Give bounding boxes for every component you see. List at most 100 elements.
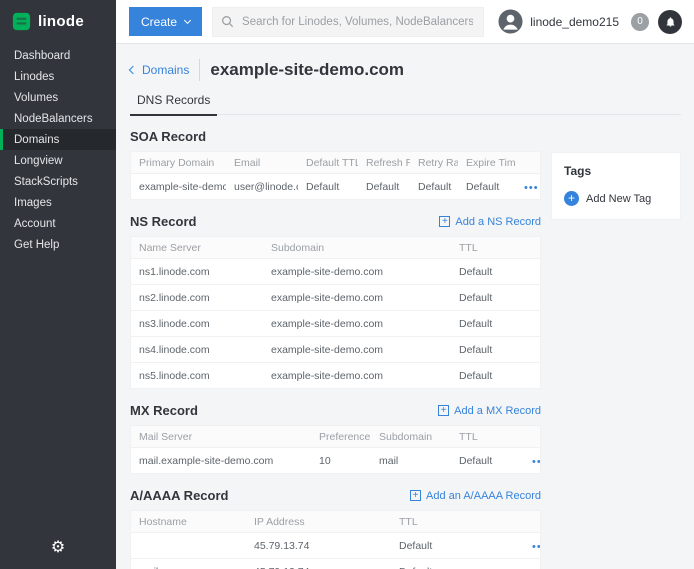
chevron-left-icon [129,66,137,74]
notifications-button[interactable] [658,10,682,34]
ns-section-title: NS Record [130,214,196,229]
sidebar-item-stackscripts[interactable]: StackScripts [0,171,116,192]
cell-name-server: ns1.linode.com [131,266,263,278]
ns-table-header-row: Name Server Subdomain TTL [131,237,540,259]
body-grid: SOA Record Primary Domain Email Default … [130,115,681,569]
plus-box-icon [438,405,449,416]
add-mx-record-button[interactable]: Add a MX Record [438,405,541,417]
row-actions-icon[interactable] [532,453,540,468]
soa-section-title: SOA Record [130,129,206,144]
cell-email: user@linode.com [226,181,298,193]
a-table-header-row: Hostname IP Address TTL [131,511,540,533]
column-header: Subdomain [371,431,451,443]
table-row: example-site-demo.com user@linode.com De… [131,174,540,200]
cell-name-server: ns2.linode.com [131,292,263,304]
column-header: Expire Time [458,157,516,169]
header-divider [199,59,200,81]
a-section-header: A/AAAA Record Add an A/AAAA Record [130,481,541,510]
cell-ttl: Default [451,344,540,356]
cell-ttl: Default [391,566,524,569]
cell-name-server: ns5.linode.com [131,370,263,382]
cell-name-server: ns3.linode.com [131,318,263,330]
sidebar: linode Dashboard Linodes Volumes NodeBal… [0,0,116,569]
ns-record-table: Name Server Subdomain TTL ns1.linode.com… [130,236,541,389]
column-header: TTL [391,516,524,528]
column-header: Subdomain [263,242,451,254]
cell-subdomain: example-site-demo.com [263,344,451,356]
page-title: example-site-demo.com [210,60,404,80]
avatar [498,9,523,34]
breadcrumb[interactable]: Domains [130,63,189,77]
page-header: Domains example-site-demo.com [130,57,681,83]
search-icon [221,15,234,28]
gear-icon[interactable] [0,525,116,569]
notification-count-badge[interactable]: 0 [631,13,649,31]
cell-preference: 10 [311,455,371,467]
a-record-table: Hostname IP Address TTL 45.79.13.74 Defa… [130,510,541,569]
add-ns-record-label: Add a NS Record [455,216,541,228]
table-row: ns1.linode.com example-site-demo.com Def… [131,259,540,285]
add-ns-record-button[interactable]: Add a NS Record [439,216,541,228]
add-new-tag-button[interactable]: Add New Tag [564,191,668,206]
column-header: Refresh Rate [358,157,410,169]
create-button[interactable]: Create [129,7,202,36]
cell-subdomain: example-site-demo.com [263,266,451,278]
search-input[interactable] [240,15,475,29]
add-new-tag-label: Add New Tag [586,193,651,205]
table-row: ns2.linode.com example-site-demo.com Def… [131,285,540,311]
sidebar-item-domains[interactable]: Domains [0,129,116,150]
plus-box-icon [410,490,421,501]
mx-section-header: MX Record Add a MX Record [130,396,541,425]
mx-table-header-row: Mail Server Preference Subdomain TTL [131,426,540,448]
sidebar-item-dashboard[interactable]: Dashboard [0,45,116,66]
sidebar-item-longview[interactable]: Longview [0,150,116,171]
sidebar-item-nodebalancers[interactable]: NodeBalancers [0,108,116,129]
bell-icon [665,16,676,28]
add-mx-record-label: Add a MX Record [454,405,541,417]
column-header: TTL [451,242,540,254]
table-row: 45.79.13.74 Default [131,533,540,559]
search-bar[interactable] [212,7,484,37]
column-header: Hostname [131,516,246,528]
cell-subdomain: example-site-demo.com [263,318,451,330]
column-header: Mail Server [131,431,311,443]
column-header: TTL [451,431,524,443]
sidebar-item-linodes[interactable]: Linodes [0,66,116,87]
cell-refresh-rate: Default [358,181,410,193]
sidebar-item-volumes[interactable]: Volumes [0,87,116,108]
cell-ttl: Default [451,455,524,467]
cell-subdomain: mail [371,455,451,467]
row-actions-icon[interactable] [532,538,540,553]
add-a-record-button[interactable]: Add an A/AAAA Record [410,490,541,502]
breadcrumb-label: Domains [142,63,189,77]
linode-logo[interactable]: linode [0,0,116,45]
row-actions-icon[interactable] [532,564,540,569]
column-header: Name Server [131,242,263,254]
sidebar-item-images[interactable]: Images [0,192,116,213]
mx-section-title: MX Record [130,403,198,418]
cell-primary-domain: example-site-demo.com [131,181,226,193]
sidebar-item-account[interactable]: Account [0,213,116,234]
cell-name-server: ns4.linode.com [131,344,263,356]
cell-ttl: Default [391,540,524,552]
chevron-down-icon [184,16,191,23]
mx-record-table: Mail Server Preference Subdomain TTL mai… [130,425,541,474]
table-row: mail 45.79.13.74 Default [131,559,540,569]
tab-dns-records[interactable]: DNS Records [130,91,217,116]
cell-subdomain: example-site-demo.com [263,370,451,382]
username-label: linode_demo215 [530,15,619,29]
linode-logo-icon [11,11,32,32]
sidebar-item-get-help[interactable]: Get Help [0,234,116,255]
create-button-label: Create [141,15,177,29]
user-menu[interactable]: linode_demo215 [498,9,619,34]
row-actions-icon[interactable] [524,179,539,194]
cell-ip-address: 45.79.13.74 [246,566,391,569]
tags-column: Tags Add New Tag [551,115,681,569]
records-column: SOA Record Primary Domain Email Default … [130,115,541,569]
column-header: Primary Domain [131,157,226,169]
cell-retry-rate: Default [410,181,458,193]
tags-panel-title: Tags [564,164,668,178]
sidebar-nav: Dashboard Linodes Volumes NodeBalancers … [0,45,116,255]
main-area: Create linode_demo215 0 [116,0,694,569]
cell-ttl: Default [451,370,540,382]
